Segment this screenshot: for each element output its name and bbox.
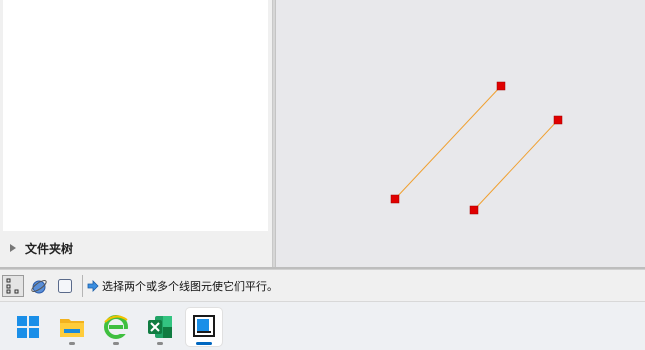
app-window: 文件夹树 选择两个或多个线图元使它们平行。 (0, 0, 645, 350)
command-prompt: 选择两个或多个线图元使它们平行。 (87, 278, 278, 294)
taskbar-browser[interactable] (98, 308, 134, 346)
prompt-text: 选择两个或多个线图元使它们平行。 (102, 279, 278, 293)
canvas-svg (390, 81, 563, 215)
folder-tree-header[interactable]: 文件夹树 (0, 236, 268, 260)
snap-points-icon (6, 278, 19, 293)
orbit-view-button[interactable] (28, 275, 50, 297)
running-indicator (157, 342, 163, 345)
taskbar-cad-app[interactable] (186, 308, 222, 346)
taskbar-excel[interactable] (142, 308, 178, 346)
view-frame-button[interactable] (54, 275, 76, 297)
excel-icon (148, 316, 172, 338)
orbit-globe-icon (31, 279, 47, 293)
endpoint-grip[interactable] (496, 81, 506, 91)
status-bar: 选择两个或多个线图元使它们平行。 (0, 270, 645, 302)
endpoint-grip[interactable] (553, 115, 563, 125)
line-entity-1[interactable] (394, 85, 502, 200)
windows-logo-icon (17, 316, 39, 338)
expand-triangle-icon[interactable] (10, 244, 16, 252)
running-indicator (113, 342, 119, 345)
folder-icon (60, 319, 84, 337)
app-window-icon (193, 315, 215, 337)
active-indicator (196, 342, 212, 345)
status-divider (82, 274, 83, 297)
taskbar (0, 302, 645, 350)
drawing-canvas[interactable] (276, 0, 645, 268)
browser-e-icon (104, 315, 128, 339)
frame-square-icon (58, 278, 72, 293)
left-panel: 文件夹树 (0, 0, 272, 268)
left-panel-content (3, 0, 268, 231)
endpoint-grip[interactable] (390, 194, 400, 204)
snap-points-toggle[interactable] (2, 274, 24, 297)
folder-tree-label: 文件夹树 (25, 241, 74, 256)
endpoint-grip[interactable] (469, 205, 479, 215)
start-button[interactable] (10, 308, 46, 346)
running-indicator (69, 342, 75, 345)
taskbar-file-explorer[interactable] (54, 308, 90, 346)
line-entity-2[interactable] (473, 119, 559, 211)
arrow-right-icon (87, 279, 99, 292)
